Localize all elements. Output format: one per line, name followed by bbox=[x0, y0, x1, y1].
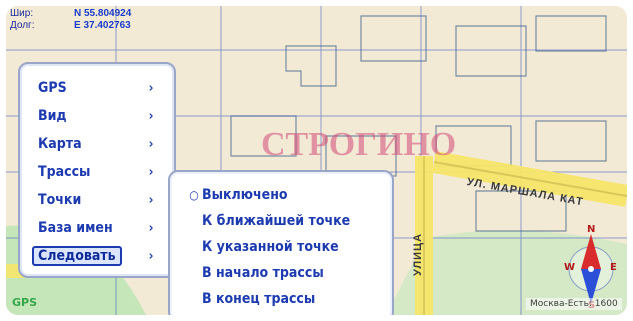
menu-item-label: Карта bbox=[38, 136, 82, 152]
submenu-item-label: К ближайшей точке bbox=[202, 213, 351, 229]
submenu-item-label: В конец трассы bbox=[202, 291, 316, 307]
submenu-item-label: К указанной точке bbox=[202, 239, 339, 255]
latitude-label: Шир: bbox=[10, 8, 34, 19]
menu-item-label: GPS bbox=[38, 80, 67, 96]
follow-submenu: ○ Выключено К ближайшей точке К указанно… bbox=[168, 170, 394, 315]
menu-item-label: Следовать bbox=[32, 246, 122, 266]
menu-item-label: База имен bbox=[38, 220, 113, 236]
menu-item-tracks[interactable]: Трассы › bbox=[38, 160, 158, 184]
submenu-item-track-start[interactable]: В начало трассы bbox=[188, 262, 324, 284]
menu-item-follow[interactable]: Следовать › bbox=[32, 244, 158, 268]
chevron-right-icon: › bbox=[148, 192, 154, 208]
district-label: СТРОГИНО bbox=[261, 126, 457, 163]
menu-item-points[interactable]: Точки › bbox=[38, 188, 158, 212]
submenu-item-track-end[interactable]: В конец трассы bbox=[188, 288, 315, 310]
chevron-right-icon: › bbox=[148, 220, 154, 236]
submenu-item-label: Выключено bbox=[202, 187, 288, 203]
submenu-item-nearest-point[interactable]: К ближайшей точке bbox=[188, 210, 350, 232]
menu-item-label: Точки bbox=[38, 192, 82, 208]
street-label-vertical: УЛИЦА bbox=[412, 232, 424, 276]
menu-item-label: Трассы bbox=[38, 164, 91, 180]
compass-west-label: W bbox=[564, 262, 576, 273]
main-menu: GPS › Вид › Карта › Трассы › Точки › Баз… bbox=[18, 62, 176, 278]
chevron-right-icon: › bbox=[148, 108, 154, 124]
latitude-value: N 55.804924 bbox=[74, 8, 132, 19]
submenu-item-off[interactable]: ○ Выключено bbox=[188, 184, 288, 206]
menu-item-gps[interactable]: GPS › bbox=[38, 76, 158, 100]
chevron-right-icon: › bbox=[148, 248, 154, 264]
menu-item-view[interactable]: Вид › bbox=[38, 104, 158, 128]
longitude-label: Долг: bbox=[10, 20, 35, 31]
status-left: GPS bbox=[12, 296, 38, 309]
longitude-value: E 37.402763 bbox=[74, 20, 131, 31]
chevron-right-icon: › bbox=[148, 164, 154, 180]
coordinates-panel: Шир: N 55.804924 Долг: E 37.402763 bbox=[10, 8, 131, 32]
map-screen: СТРОГИНО УЛ. МАРШАЛА КАТ УЛИЦА Шир: N 55… bbox=[6, 6, 627, 315]
compass-east-label: E bbox=[610, 262, 617, 273]
latitude-row: Шир: N 55.804924 bbox=[10, 8, 131, 20]
longitude-row: Долг: E 37.402763 bbox=[10, 20, 131, 32]
submenu-item-specified-point[interactable]: К указанной точке bbox=[188, 236, 339, 258]
menu-item-name-database[interactable]: База имен › bbox=[38, 216, 158, 240]
compass-north-label: N bbox=[587, 224, 596, 235]
chevron-right-icon: › bbox=[148, 136, 154, 152]
menu-item-label: Вид bbox=[38, 108, 67, 124]
status-right: Москва-Есть: 1600 bbox=[526, 298, 622, 310]
menu-item-map[interactable]: Карта › bbox=[38, 132, 158, 156]
submenu-item-label: В начало трассы bbox=[202, 265, 324, 281]
radio-selected-icon: ○ bbox=[189, 188, 199, 202]
chevron-right-icon: › bbox=[148, 80, 154, 96]
